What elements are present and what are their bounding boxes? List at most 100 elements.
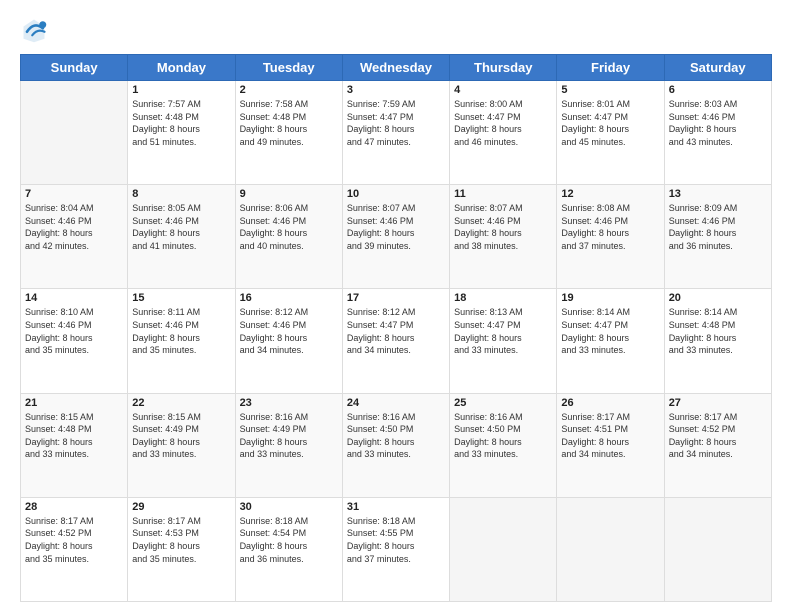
day-info: Sunrise: 8:18 AMSunset: 4:54 PMDaylight:… — [240, 515, 338, 565]
day-number: 25 — [454, 397, 552, 409]
day-number: 18 — [454, 292, 552, 304]
calendar-header-wednesday: Wednesday — [342, 55, 449, 81]
calendar-week-row: 14 Sunrise: 8:10 AMSunset: 4:46 PMDayligh… — [21, 289, 772, 393]
calendar-cell — [557, 497, 664, 601]
day-number: 3 — [347, 84, 445, 96]
calendar-cell: 10 Sunrise: 8:07 AMSunset: 4:46 PMDayligh… — [342, 185, 449, 289]
calendar-cell: 2 Sunrise: 7:58 AMSunset: 4:48 PMDaylight… — [235, 81, 342, 185]
calendar-header-saturday: Saturday — [664, 55, 771, 81]
day-number: 4 — [454, 84, 552, 96]
day-number: 7 — [25, 188, 123, 200]
day-number: 22 — [132, 397, 230, 409]
day-number: 14 — [25, 292, 123, 304]
day-info: Sunrise: 8:05 AMSunset: 4:46 PMDaylight:… — [132, 202, 230, 252]
calendar-header-monday: Monday — [128, 55, 235, 81]
day-info: Sunrise: 8:06 AMSunset: 4:46 PMDaylight:… — [240, 202, 338, 252]
day-info: Sunrise: 8:08 AMSunset: 4:46 PMDaylight:… — [561, 202, 659, 252]
calendar-cell: 9 Sunrise: 8:06 AMSunset: 4:46 PMDaylight… — [235, 185, 342, 289]
calendar-cell: 14 Sunrise: 8:10 AMSunset: 4:46 PMDayligh… — [21, 289, 128, 393]
day-info: Sunrise: 8:15 AMSunset: 4:49 PMDaylight:… — [132, 411, 230, 461]
day-info: Sunrise: 7:59 AMSunset: 4:47 PMDaylight:… — [347, 98, 445, 148]
page: SundayMondayTuesdayWednesdayThursdayFrid… — [0, 0, 792, 612]
day-number: 13 — [669, 188, 767, 200]
day-number: 6 — [669, 84, 767, 96]
calendar-cell: 4 Sunrise: 8:00 AMSunset: 4:47 PMDaylight… — [450, 81, 557, 185]
calendar-cell: 29Sunrise: 8:17 AMSunset: 4:53 PMDayligh… — [128, 497, 235, 601]
calendar-cell: 30 Sunrise: 8:18 AMSunset: 4:54 PMDayligh… — [235, 497, 342, 601]
day-info: Sunrise: 8:16 AMSunset: 4:50 PMDaylight:… — [347, 411, 445, 461]
day-number: 10 — [347, 188, 445, 200]
calendar-cell: 26 Sunrise: 8:17 AMSunset: 4:51 PMDayligh… — [557, 393, 664, 497]
calendar-header-friday: Friday — [557, 55, 664, 81]
day-number: 5 — [561, 84, 659, 96]
day-number: 17 — [347, 292, 445, 304]
day-info: Sunrise: 8:11 AMSunset: 4:46 PMDaylight:… — [132, 306, 230, 356]
calendar-cell — [450, 497, 557, 601]
day-info: Sunrise: 8:03 AMSunset: 4:46 PMDaylight:… — [669, 98, 767, 148]
calendar-cell: 5 Sunrise: 8:01 AMSunset: 4:47 PMDaylight… — [557, 81, 664, 185]
day-info: Sunrise: 8:12 AMSunset: 4:47 PMDaylight:… — [347, 306, 445, 356]
calendar-week-row: 21Sunrise: 8:15 AMSunset: 4:48 PMDayligh… — [21, 393, 772, 497]
calendar-cell: 31Sunrise: 8:18 AMSunset: 4:55 PMDayligh… — [342, 497, 449, 601]
day-info: Sunrise: 8:09 AMSunset: 4:46 PMDaylight:… — [669, 202, 767, 252]
day-info: Sunrise: 7:58 AMSunset: 4:48 PMDaylight:… — [240, 98, 338, 148]
logo — [20, 16, 52, 44]
calendar-cell: 19Sunrise: 8:14 AMSunset: 4:47 PMDayligh… — [557, 289, 664, 393]
calendar-cell: 25 Sunrise: 8:16 AMSunset: 4:50 PMDayligh… — [450, 393, 557, 497]
calendar-cell: 28Sunrise: 8:17 AMSunset: 4:52 PMDayligh… — [21, 497, 128, 601]
day-number: 15 — [132, 292, 230, 304]
day-number: 30 — [240, 501, 338, 513]
day-info: Sunrise: 8:12 AMSunset: 4:46 PMDaylight:… — [240, 306, 338, 356]
calendar-cell: 3 Sunrise: 7:59 AMSunset: 4:47 PMDaylight… — [342, 81, 449, 185]
day-info: Sunrise: 8:07 AMSunset: 4:46 PMDaylight:… — [454, 202, 552, 252]
calendar-cell: 18 Sunrise: 8:13 AMSunset: 4:47 PMDayligh… — [450, 289, 557, 393]
calendar-cell — [21, 81, 128, 185]
calendar-header-thursday: Thursday — [450, 55, 557, 81]
day-number: 31 — [347, 501, 445, 513]
calendar-header-tuesday: Tuesday — [235, 55, 342, 81]
calendar-cell: 6 Sunrise: 8:03 AMSunset: 4:46 PMDaylight… — [664, 81, 771, 185]
calendar-cell: 27 Sunrise: 8:17 AMSunset: 4:52 PMDayligh… — [664, 393, 771, 497]
calendar-cell: 11 Sunrise: 8:07 AMSunset: 4:46 PMDayligh… — [450, 185, 557, 289]
calendar-header-row: SundayMondayTuesdayWednesdayThursdayFrid… — [21, 55, 772, 81]
day-number: 26 — [561, 397, 659, 409]
day-info: Sunrise: 8:13 AMSunset: 4:47 PMDaylight:… — [454, 306, 552, 356]
calendar-cell: 8 Sunrise: 8:05 AMSunset: 4:46 PMDaylight… — [128, 185, 235, 289]
calendar-cell: 12 Sunrise: 8:08 AMSunset: 4:46 PMDayligh… — [557, 185, 664, 289]
calendar-header-sunday: Sunday — [21, 55, 128, 81]
day-info: Sunrise: 8:04 AMSunset: 4:46 PMDaylight:… — [25, 202, 123, 252]
day-number: 27 — [669, 397, 767, 409]
day-number: 20 — [669, 292, 767, 304]
calendar-cell — [664, 497, 771, 601]
day-info: Sunrise: 8:15 AMSunset: 4:48 PMDaylight:… — [25, 411, 123, 461]
calendar-table: SundayMondayTuesdayWednesdayThursdayFrid… — [20, 54, 772, 602]
calendar-cell: 22 Sunrise: 8:15 AMSunset: 4:49 PMDayligh… — [128, 393, 235, 497]
day-info: Sunrise: 8:16 AMSunset: 4:49 PMDaylight:… — [240, 411, 338, 461]
day-info: Sunrise: 8:16 AMSunset: 4:50 PMDaylight:… — [454, 411, 552, 461]
day-number: 9 — [240, 188, 338, 200]
day-info: Sunrise: 8:07 AMSunset: 4:46 PMDaylight:… — [347, 202, 445, 252]
day-number: 24 — [347, 397, 445, 409]
day-number: 19 — [561, 292, 659, 304]
day-info: Sunrise: 7:57 AMSunset: 4:48 PMDaylight:… — [132, 98, 230, 148]
day-info: Sunrise: 8:17 AMSunset: 4:52 PMDaylight:… — [669, 411, 767, 461]
calendar-cell: 24 Sunrise: 8:16 AMSunset: 4:50 PMDayligh… — [342, 393, 449, 497]
day-number: 8 — [132, 188, 230, 200]
day-info: Sunrise: 8:00 AMSunset: 4:47 PMDaylight:… — [454, 98, 552, 148]
calendar-cell: 16 Sunrise: 8:12 AMSunset: 4:46 PMDayligh… — [235, 289, 342, 393]
header — [20, 16, 772, 44]
calendar-cell: 20Sunrise: 8:14 AMSunset: 4:48 PMDayligh… — [664, 289, 771, 393]
day-number: 2 — [240, 84, 338, 96]
day-number: 11 — [454, 188, 552, 200]
day-number: 16 — [240, 292, 338, 304]
day-number: 29 — [132, 501, 230, 513]
day-number: 12 — [561, 188, 659, 200]
day-info: Sunrise: 8:10 AMSunset: 4:46 PMDaylight:… — [25, 306, 123, 356]
calendar-cell: 21Sunrise: 8:15 AMSunset: 4:48 PMDayligh… — [21, 393, 128, 497]
calendar-week-row: 7 Sunrise: 8:04 AMSunset: 4:46 PMDaylight… — [21, 185, 772, 289]
day-info: Sunrise: 8:01 AMSunset: 4:47 PMDaylight:… — [561, 98, 659, 148]
calendar-week-row: 1Sunrise: 7:57 AMSunset: 4:48 PMDaylight… — [21, 81, 772, 185]
day-info: Sunrise: 8:17 AMSunset: 4:51 PMDaylight:… — [561, 411, 659, 461]
calendar-cell: 23Sunrise: 8:16 AMSunset: 4:49 PMDayligh… — [235, 393, 342, 497]
day-info: Sunrise: 8:17 AMSunset: 4:52 PMDaylight:… — [25, 515, 123, 565]
